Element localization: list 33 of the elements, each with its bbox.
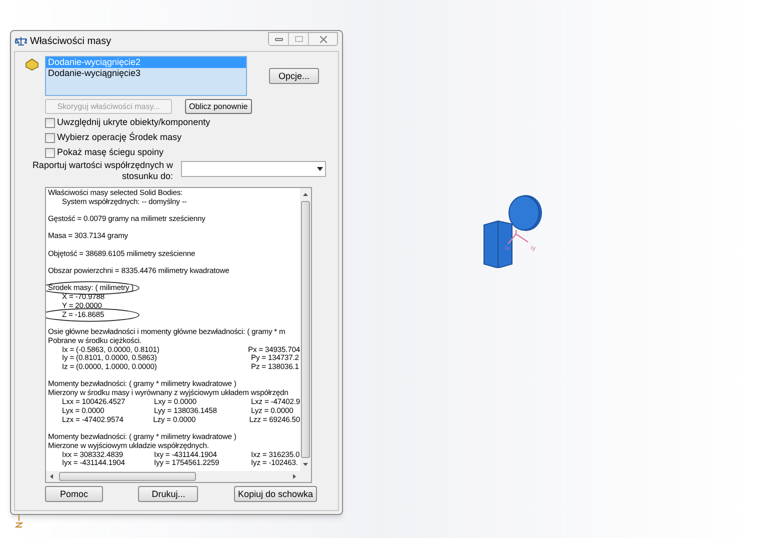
horizontal-scrollbar[interactable] xyxy=(46,471,311,482)
minimize-icon xyxy=(274,38,282,40)
checkbox-label: Wybierz operację Środek masy xyxy=(57,130,182,144)
scroll-down-icon[interactable] xyxy=(303,463,308,466)
restore-button[interactable] xyxy=(289,33,309,45)
footer-button[interactable]: Kopiuj do schowka xyxy=(234,486,317,502)
axis-triad-icon xyxy=(15,514,23,528)
checkbox[interactable] xyxy=(45,132,55,142)
scroll-up-icon[interactable] xyxy=(303,193,308,196)
checkbox-label: Pokaż masę ściegu spoiny xyxy=(57,146,164,159)
action-button[interactable]: Oblicz ponownie xyxy=(185,99,252,114)
part-icon xyxy=(25,58,39,71)
scale-icon xyxy=(15,36,27,46)
scrollbar-thumb[interactable] xyxy=(59,472,196,481)
options-button[interactable]: Opcje... xyxy=(269,68,319,84)
restore-icon xyxy=(294,36,302,42)
scrollbar-thumb[interactable] xyxy=(301,201,310,458)
scroll-left-icon[interactable] xyxy=(50,474,53,479)
footer-button[interactable]: Drukuj... xyxy=(138,486,198,502)
close-icon xyxy=(320,36,326,42)
scroll-right-icon[interactable] xyxy=(293,474,296,479)
footer-button[interactable]: Pomoc xyxy=(45,486,103,502)
close-button[interactable] xyxy=(309,33,337,45)
checkbox[interactable] xyxy=(45,148,55,158)
checkbox[interactable] xyxy=(45,118,55,128)
checkbox-label: Uwzględnij ukryte obiekty/komponenty xyxy=(57,116,210,129)
coordinate-dropdown[interactable] xyxy=(181,161,326,177)
caret-icon xyxy=(317,167,323,171)
list-item[interactable]: Dodanie-wyciągnięcie3 xyxy=(46,68,246,79)
minimize-button[interactable] xyxy=(269,33,289,45)
vertical-scrollbar[interactable] xyxy=(300,188,311,471)
window-title: Właściwości masy xyxy=(30,34,112,48)
report-relative-label: Raportuj wartości współrzędnych w stosunku do: xyxy=(31,160,173,182)
